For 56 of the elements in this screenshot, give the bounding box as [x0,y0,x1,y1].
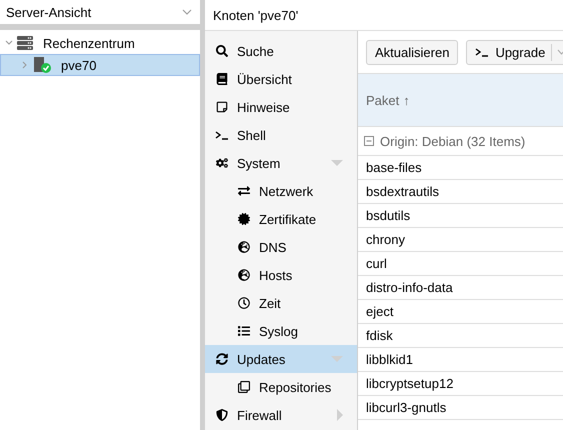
view-selector[interactable]: Server-Ansicht [0,0,200,24]
nav-item[interactable]: Zertifikate [205,205,357,233]
list-icon [238,325,250,337]
gears-icon [216,157,228,169]
copy-icon [238,381,250,393]
caret-icon [21,61,29,69]
caret-icon [5,39,13,47]
table-cell: eject [358,300,563,324]
table-cell: curl [358,252,563,276]
clock-icon [238,297,250,309]
nav-item[interactable]: DNS [205,233,357,261]
nav-item[interactable]: Syslog [205,317,357,345]
tree-item[interactable]: pve70 [0,54,200,76]
server-online-icon [33,57,51,73]
globe-icon [238,269,250,281]
table-cell: bsdutils [358,204,563,228]
terminal-icon [215,130,229,140]
nav-item[interactable]: Übersicht [205,65,357,93]
group-header[interactable]: Origin: Debian (32 Items) [358,127,563,156]
shield-icon [216,409,228,421]
nav-item[interactable]: Hinweise [205,93,357,121]
nav-item[interactable]: Zeit [205,289,357,317]
table-cell: libcurl3-gnutls [358,396,563,420]
table-cell: libblkid1 [358,348,563,372]
arrows-icon [238,185,250,197]
collapse-icon [364,136,374,146]
nav-item[interactable]: Updates [205,345,357,373]
globe-icon [238,241,250,253]
upgrade-button[interactable]: Upgrade [466,40,563,64]
search-icon [216,45,228,57]
caret-icon [331,356,343,362]
chevron-down-icon [182,9,192,15]
nav-item[interactable]: Repositories [205,373,357,401]
certificate-icon [238,213,250,225]
terminal-icon [475,47,490,57]
table-cell: distro-info-data [358,276,563,300]
caret-icon [337,409,343,421]
book-icon [216,73,228,85]
refresh-button[interactable]: Aktualisieren [366,40,458,64]
table-cell: base-files [358,156,563,180]
table-cell: libcryptsetup12 [358,372,563,396]
nav-item[interactable]: Suche [205,37,357,65]
server-rack-icon [17,35,33,51]
note-icon [216,101,228,113]
nav-item[interactable]: Shell [205,121,357,149]
nav-item[interactable]: Firewall [205,401,357,429]
tree-item[interactable]: Rechenzentrum [0,32,200,54]
caret-icon [331,160,343,166]
table-cell: chrony [358,228,563,252]
refresh-icon [216,353,228,365]
column-header[interactable]: Paket ↑ [358,74,563,126]
table-cell: fdisk [358,324,563,348]
nav-item[interactable]: Netzwerk [205,177,357,205]
table-cell: bsdextrautils [358,180,563,204]
nav-item[interactable]: Hosts [205,261,357,289]
nav-item[interactable]: System [205,149,357,177]
